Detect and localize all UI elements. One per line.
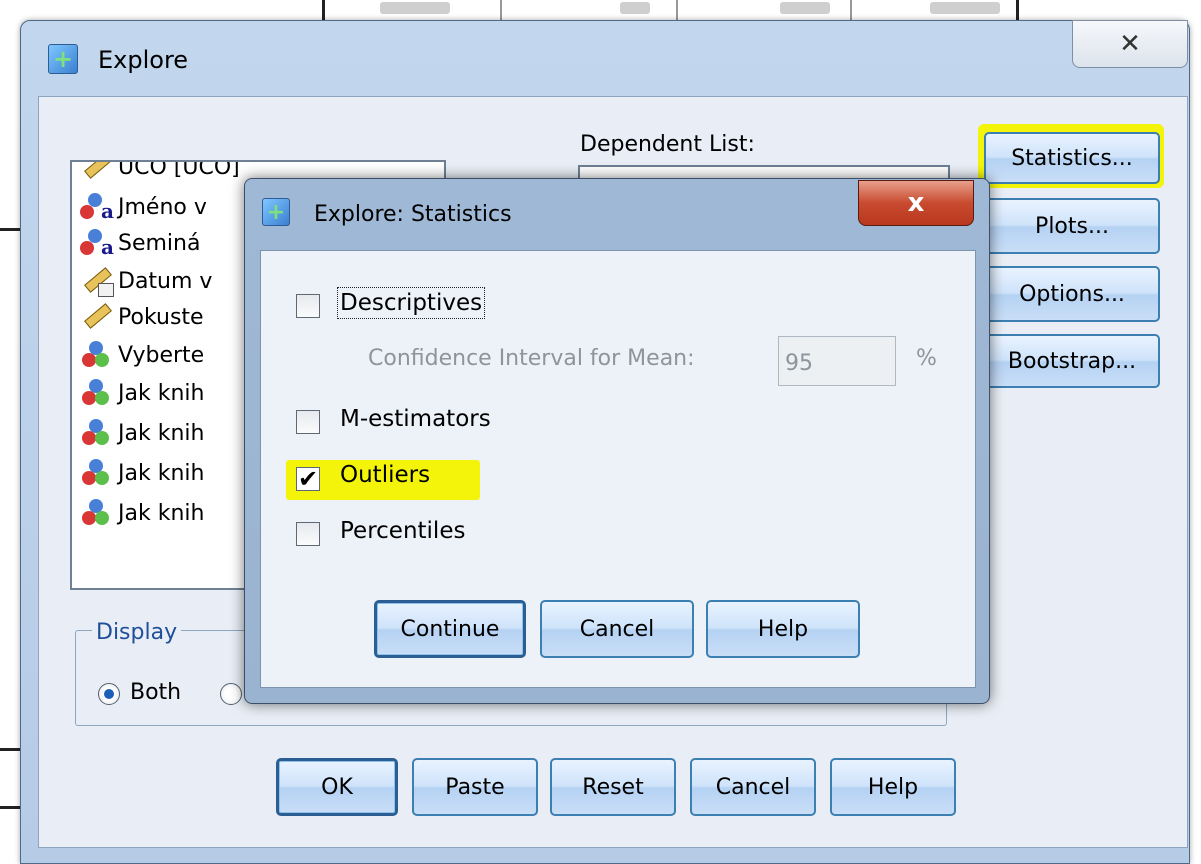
descriptives-label[interactable]: Descriptives: [336, 287, 486, 319]
list-item[interactable]: Jak knih: [80, 376, 204, 410]
bg-grid-line: [0, 748, 20, 751]
app-icon: +: [48, 44, 78, 74]
confidence-interval-input[interactable]: 95: [778, 336, 896, 386]
list-item[interactable]: Jak knih: [80, 416, 204, 450]
nominal-icon: [80, 497, 114, 529]
nominal-icon: [80, 339, 114, 371]
percent-unit: %: [916, 346, 937, 371]
close-icon: x: [907, 188, 925, 218]
date-scale-icon: [80, 265, 114, 297]
list-item[interactable]: Jak knih: [80, 456, 204, 490]
bg-grid-line: [0, 228, 20, 231]
reset-button[interactable]: Reset: [550, 758, 676, 816]
ok-button[interactable]: OK: [276, 758, 398, 816]
bootstrap-button[interactable]: Bootstrap...: [984, 334, 1160, 388]
scale-ruler-icon: [80, 162, 114, 183]
dependent-list-label: Dependent List:: [580, 132, 755, 157]
dialog-help-button[interactable]: Help: [706, 600, 860, 658]
close-button[interactable]: ✕: [1072, 20, 1188, 68]
descriptives-checkbox[interactable]: [296, 294, 320, 318]
bg-grid-line: [322, 0, 325, 20]
display-both-radio[interactable]: [98, 683, 120, 705]
percentiles-checkbox[interactable]: [296, 522, 320, 546]
dialog-cancel-button[interactable]: Cancel: [540, 600, 694, 658]
display-both-label[interactable]: Both: [130, 680, 181, 705]
window-title: Explore: [98, 46, 189, 74]
bg-blurred-cell: [620, 2, 650, 14]
bg-grid-line: [0, 806, 20, 809]
bg-blurred-cell: [780, 2, 830, 14]
dialog-title: Explore: Statistics: [314, 202, 512, 227]
close-icon: ✕: [1119, 29, 1141, 59]
nominal-icon: [80, 457, 114, 489]
paste-button[interactable]: Paste: [412, 758, 538, 816]
list-item[interactable]: Datum v: [80, 264, 212, 298]
percentiles-label[interactable]: Percentiles: [340, 518, 465, 544]
bg-grid-line: [500, 0, 502, 20]
list-item[interactable]: Vyberte: [80, 338, 204, 372]
bg-grid-line: [850, 0, 852, 20]
scale-ruler-icon: [80, 301, 114, 333]
bg-grid-line: [676, 0, 678, 20]
bg-blurred-cell: [380, 2, 450, 14]
plots-button[interactable]: Plots...: [984, 198, 1160, 254]
nominal-string-icon: a: [80, 191, 114, 223]
display-statistics-radio[interactable]: [220, 683, 242, 705]
help-button[interactable]: Help: [830, 758, 956, 816]
app-icon: +: [262, 198, 290, 226]
list-item[interactable]: a Seminá: [80, 226, 200, 260]
m-estimators-label[interactable]: M-estimators: [340, 406, 491, 432]
m-estimators-checkbox[interactable]: [296, 410, 320, 434]
nominal-icon: [80, 417, 114, 449]
list-item[interactable]: UČO [UČO]: [80, 162, 240, 184]
display-group-label: Display: [92, 620, 182, 645]
cancel-button[interactable]: Cancel: [690, 758, 816, 816]
confidence-interval-label: Confidence Interval for Mean:: [368, 346, 695, 371]
statistics-button[interactable]: Statistics...: [984, 132, 1160, 184]
bg-blurred-cell: [930, 2, 1000, 14]
continue-button[interactable]: Continue: [374, 600, 526, 658]
bg-grid-line: [1016, 0, 1019, 20]
outliers-label[interactable]: Outliers: [340, 462, 430, 488]
list-item[interactable]: a Jméno v: [80, 190, 207, 224]
nominal-icon: [80, 377, 114, 409]
list-item[interactable]: Pokuste: [80, 300, 204, 334]
options-button[interactable]: Options...: [984, 266, 1160, 322]
nominal-string-icon: a: [80, 227, 114, 259]
dialog-close-button[interactable]: x: [858, 180, 974, 226]
outliers-checkbox[interactable]: ✔: [296, 467, 320, 491]
list-item[interactable]: Jak knih: [80, 496, 204, 530]
